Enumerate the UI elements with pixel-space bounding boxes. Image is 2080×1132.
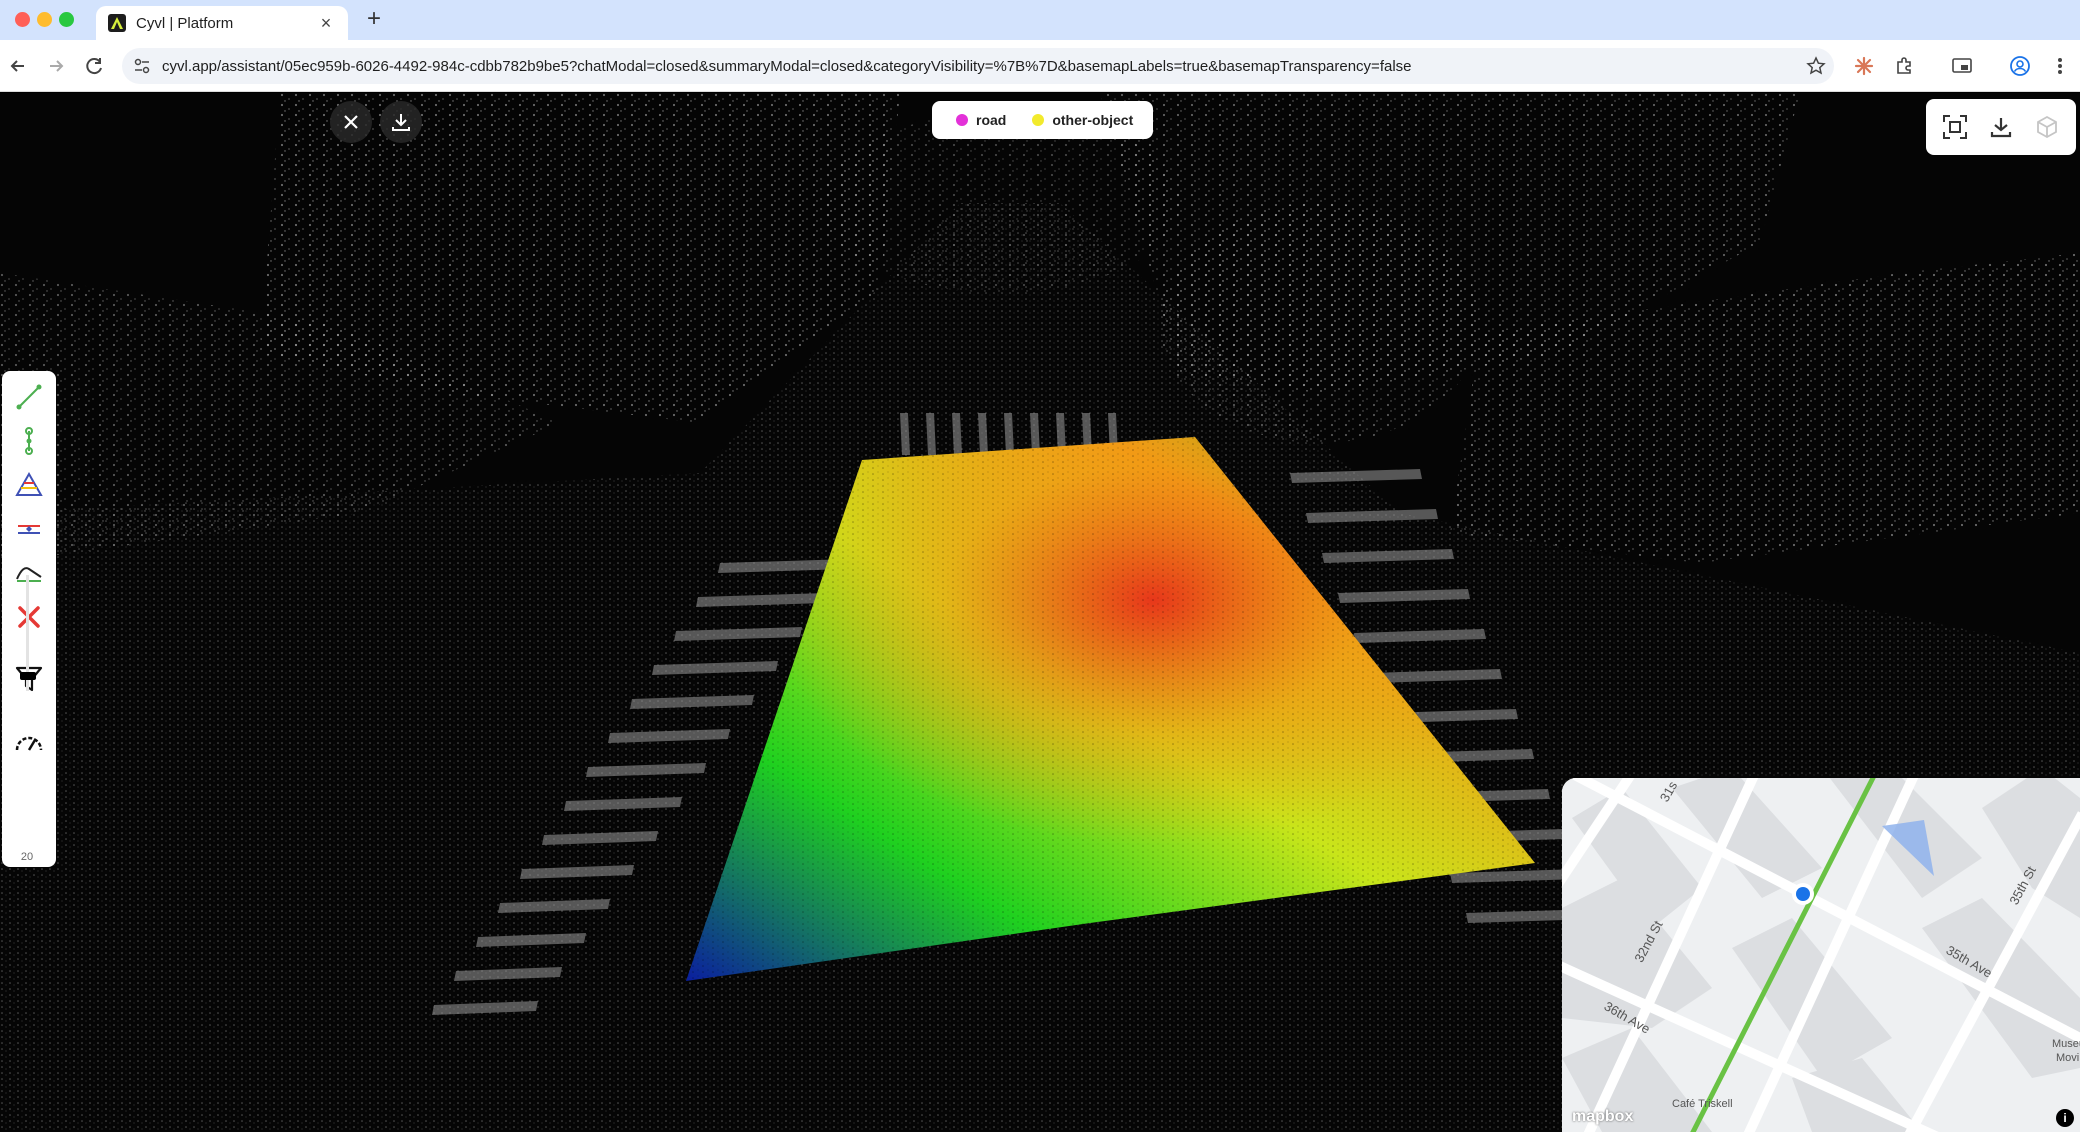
poi-label-museum-line2: Movir [2056,1052,2080,1064]
close-icon [344,115,358,129]
poi-label-museum-line1: Museu [2052,1038,2080,1050]
3d-cube-icon[interactable] [2029,109,2065,145]
site-settings-icon[interactable] [122,48,162,84]
category-legend: road other-object [932,101,1154,139]
reload-icon[interactable] [81,52,109,80]
profile-avatar-icon[interactable] [2006,52,2034,80]
map-info-icon[interactable]: i [2056,1109,2074,1127]
extensions-puzzle-icon[interactable] [1890,52,1918,80]
download-viewer-button[interactable] [380,101,422,143]
legend-dot-road [956,114,968,126]
point-cloud-viewer[interactable]: road other-object 20 31s 35th St 32nd St… [0,93,2080,1132]
point-size-value: 20 [20,851,34,863]
clear-measurements-icon[interactable] [13,601,45,633]
close-window-button[interactable] [15,12,30,27]
close-viewer-button[interactable] [330,101,372,143]
height-measure-icon[interactable] [13,425,45,457]
tab-title: Cyvl | Platform [136,14,234,32]
screenshot-icon[interactable] [1937,109,1973,145]
clip-plane-icon[interactable] [13,513,45,545]
cyvl-logo-icon [108,14,126,32]
current-location-marker [1796,887,1810,901]
bookmark-star-icon[interactable] [1798,48,1834,84]
point-size-slider-handle[interactable] [20,672,36,681]
browser-toolbar: cyvl.app/assistant/05ec959b-6026-4492-98… [0,40,2080,92]
maximize-window-button[interactable] [59,12,74,27]
download-icon [392,114,410,131]
download-icon[interactable] [1983,109,2019,145]
back-arrow-icon[interactable] [4,52,32,80]
new-tab-button[interactable]: + [360,6,388,34]
mapbox-logo: mapbox [1572,1108,1634,1125]
legend-label-other-object: other-object [1052,112,1134,128]
forward-arrow-icon[interactable] [42,52,70,80]
browser-titlebar: Cyvl | Platform × + [0,0,2080,40]
legend-item-other-object[interactable]: other-object [1032,112,1133,128]
browser-tab[interactable]: Cyvl | Platform × [96,6,348,40]
legend-label-road: road [976,112,1007,128]
line-measure-icon[interactable] [13,381,45,413]
view-tools-panel [1926,99,2076,155]
tab-close-icon[interactable]: × [316,13,336,34]
browser-menu-kebab-icon[interactable] [2046,52,2074,80]
address-bar[interactable]: cyvl.app/assistant/05ec959b-6026-4492-98… [122,48,1834,84]
point-size-slider[interactable] [20,575,36,691]
minimize-window-button[interactable] [37,12,52,27]
cast-tab-icon[interactable] [1948,52,1976,80]
area-measure-icon[interactable] [13,469,45,501]
url-text[interactable]: cyvl.app/assistant/05ec959b-6026-4492-98… [162,58,1798,75]
legend-item-road[interactable]: road [956,112,1006,128]
point-size-gauge-icon [13,725,45,757]
legend-dot-other-object [1032,114,1045,126]
claude-extension-icon[interactable] [1850,52,1878,80]
measurement-toolbar [2,371,56,867]
poi-label-cafe: Café Triskell [1672,1098,1733,1110]
minimap[interactable]: 31s 35th St 32nd St 35th Ave 36th Ave Ca… [1562,778,2080,1132]
profile-icon[interactable] [13,557,45,589]
